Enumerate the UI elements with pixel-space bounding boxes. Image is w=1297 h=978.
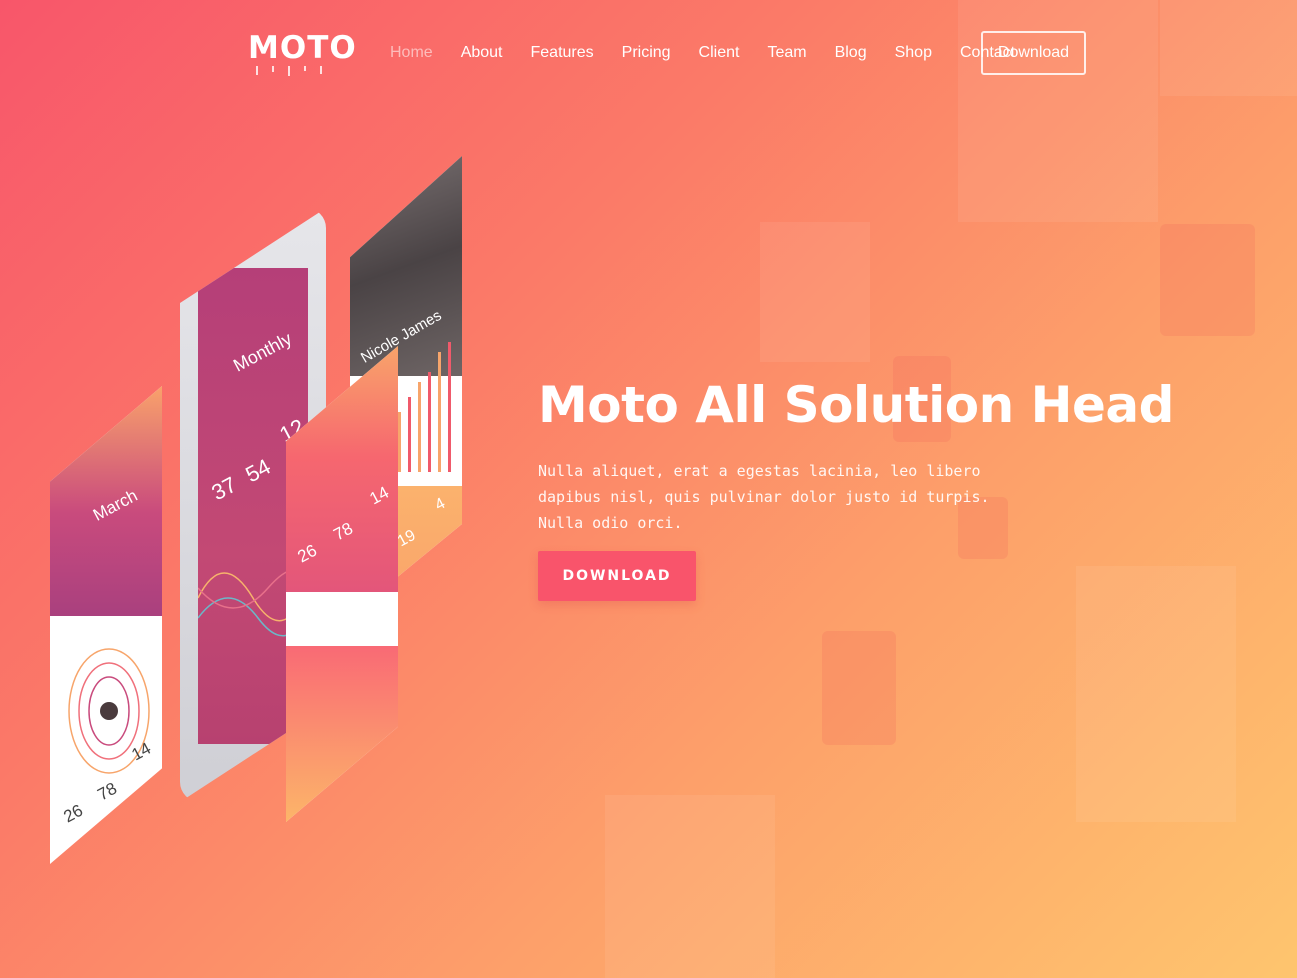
bg-square [605,795,775,978]
bg-square [1076,566,1236,822]
phone-stat-1: 37 [207,471,241,506]
logo-drip-icon [256,66,322,76]
nav-item-pricing[interactable]: Pricing [622,44,671,62]
nav-item-home[interactable]: Home [390,44,433,62]
nav-item-features[interactable]: Features [531,44,594,62]
nav-item-blog[interactable]: Blog [835,44,867,62]
bg-square [760,222,870,362]
phone-title: Monthly [230,328,296,376]
nav-download-button[interactable]: Download [981,31,1086,75]
main-nav: Home About Features Pricing Client Team … [390,33,1043,73]
bg-square [1160,0,1297,96]
bg-square [1160,224,1255,336]
card-mid-wave [286,646,398,822]
bar-chart [398,342,451,472]
bg-square [822,631,896,745]
hero-description: Nulla aliquet, erat a egestas lacinia, l… [538,462,990,532]
nav-item-about[interactable]: About [461,44,503,62]
nav-item-client[interactable]: Client [699,44,740,62]
phone-stat-2: 54 [241,453,275,488]
nav-item-shop[interactable]: Shop [895,44,932,62]
nav-item-team[interactable]: Team [767,44,806,62]
left-stat-1: 26 [60,800,87,827]
hero-title: Moto All Solution Head [538,376,1174,434]
mockup-card-left: March 26 78 14 [50,386,162,864]
phone-home-button [240,760,266,786]
hero-download-button[interactable]: DOWNLOAD [538,551,696,601]
brand-logo[interactable]: MOTO [248,30,357,66]
